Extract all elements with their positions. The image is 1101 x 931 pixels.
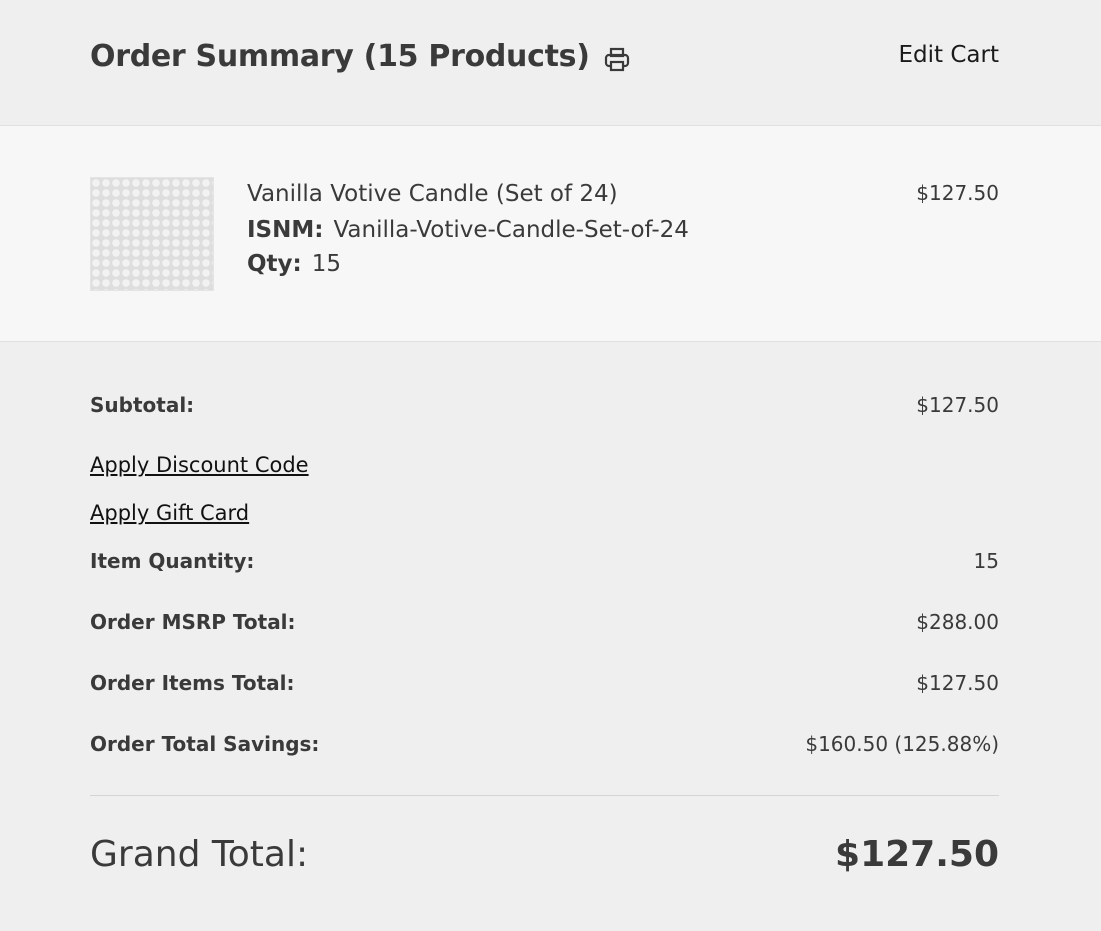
grand-total-row: Grand Total: $127.50 [90, 834, 999, 875]
items-total-value: $127.50 [916, 671, 999, 695]
page-title: Order Summary (15 Products) [90, 38, 632, 74]
product-image-placeholder[interactable] [90, 177, 214, 291]
order-summary-title: Order Summary (15 Products) [90, 38, 590, 74]
printer-icon[interactable] [602, 44, 632, 74]
item-quantity-value: 15 [973, 549, 999, 573]
total-savings-value: $160.50 (125.88%) [805, 732, 999, 756]
isnm-label: ISNM: [247, 217, 324, 243]
isnm-value: Vanilla-Votive-Candle-Set-of-24 [333, 217, 689, 243]
subtotal-row: Subtotal: $127.50 [90, 393, 999, 417]
order-summary-header: Order Summary (15 Products) Edit Cart [0, 0, 1101, 126]
apply-gift-card-link[interactable]: Apply Gift Card [90, 501, 249, 525]
cart-item: Vanilla Votive Candle (Set of 24) ISNM: V… [0, 126, 1101, 342]
subtotal-label: Subtotal: [90, 393, 195, 417]
items-total-row: Order Items Total: $127.50 [90, 671, 999, 695]
qty-value: 15 [311, 251, 342, 277]
apply-discount-code-link[interactable]: Apply Discount Code [90, 453, 309, 477]
totals-divider [90, 795, 999, 796]
item-quantity-label: Item Quantity: [90, 549, 255, 573]
items-total-label: Order Items Total: [90, 671, 295, 695]
product-isnm: ISNM: Vanilla-Votive-Candle-Set-of-24 [247, 217, 689, 243]
total-savings-row: Order Total Savings: $160.50 (125.88%) [90, 732, 999, 756]
subtotal-value: $127.50 [916, 393, 999, 417]
item-quantity-row: Item Quantity: 15 [90, 549, 999, 573]
product-info: Vanilla Votive Candle (Set of 24) ISNM: V… [247, 181, 689, 285]
product-qty: Qty: 15 [247, 251, 689, 277]
product-price: $127.50 [916, 181, 999, 205]
total-savings-label: Order Total Savings: [90, 732, 320, 756]
grand-total-label: Grand Total: [90, 834, 309, 875]
grand-total-value: $127.50 [835, 834, 999, 875]
qty-label: Qty: [247, 251, 302, 277]
msrp-total-label: Order MSRP Total: [90, 610, 296, 634]
msrp-total-row: Order MSRP Total: $288.00 [90, 610, 999, 634]
edit-cart-link[interactable]: Edit Cart [899, 42, 999, 68]
msrp-total-value: $288.00 [916, 610, 999, 634]
product-name[interactable]: Vanilla Votive Candle (Set of 24) [247, 181, 689, 207]
order-summary-panel: Order Summary (15 Products) Edit Cart Va… [0, 0, 1101, 931]
